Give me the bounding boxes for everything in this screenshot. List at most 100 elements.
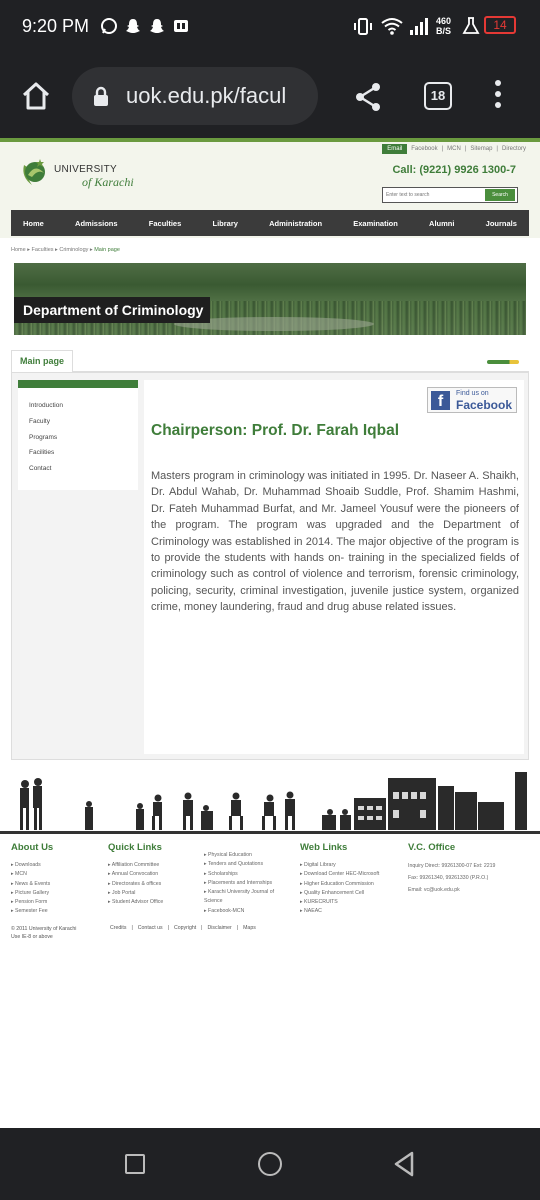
footer-link[interactable]: ▸ Higher Education Commission xyxy=(300,880,379,889)
menu-dot-icon xyxy=(495,91,501,97)
footer-link[interactable]: ▸ Picture Gallery xyxy=(11,889,50,898)
share-button[interactable] xyxy=(354,82,382,117)
footer-link[interactable]: ▸ News & Events xyxy=(11,880,50,889)
breadcrumb-faculties[interactable]: Faculties xyxy=(32,247,54,253)
logo-text-university: UNIVERSITY xyxy=(54,164,118,175)
facebook-icon: f xyxy=(431,391,450,410)
url-text: uok.edu.pk/facul xyxy=(126,83,287,108)
footer-link[interactable]: ▸ Affiliation Committee xyxy=(108,861,163,870)
footer-link[interactable]: ▸ Placements and Internships xyxy=(204,879,292,888)
top-link-facebook[interactable]: Facebook xyxy=(411,146,437,152)
back-button[interactable] xyxy=(392,1150,416,1183)
top-link-sitemap[interactable]: Sitemap xyxy=(470,146,492,152)
footer-link-maps[interactable]: Maps xyxy=(243,925,256,931)
address-bar[interactable]: uok.edu.pk/facul xyxy=(72,67,318,125)
system-navigation-bar xyxy=(0,1128,540,1200)
recent-apps-button[interactable] xyxy=(125,1154,145,1174)
footer-link[interactable]: ▸ Karachi University Journal of Science xyxy=(204,888,292,907)
footer-link-copyright[interactable]: Copyright xyxy=(174,925,196,931)
facebook-button[interactable]: f Find us on Facebook xyxy=(427,387,517,413)
snapchat-icon-2 xyxy=(148,16,166,36)
footer-link[interactable]: ▸ Annual Convocation xyxy=(108,870,163,879)
home-button[interactable] xyxy=(18,78,54,114)
battery-indicator: 14 xyxy=(484,16,516,34)
share-icon xyxy=(356,83,380,111)
footer-link[interactable]: ▸ Digital Library xyxy=(300,861,379,870)
footer-link[interactable]: ▸ Directorates & offices xyxy=(108,880,163,889)
department-title: Department of Criminology xyxy=(14,297,210,323)
nav-item-faculties[interactable]: Faculties xyxy=(149,219,182,228)
tab-main-page[interactable]: Main page xyxy=(11,350,73,372)
breadcrumb: Home ▸ Faculties ▸ Criminology ▸ Main pa… xyxy=(11,247,120,253)
content-box: Introduction Faculty Programs Facilities… xyxy=(11,372,529,760)
notification-icons xyxy=(100,16,190,36)
net-speed-value: 460 xyxy=(436,16,452,26)
footer-link[interactable]: ▸ Semester Fee xyxy=(11,907,50,916)
vc-email[interactable]: Email: vc@uok.edu.pk xyxy=(408,884,495,896)
network-speed: 460 B/S xyxy=(436,16,451,36)
search-input[interactable] xyxy=(386,190,486,200)
footer-link[interactable]: ▸ Quality Enhancement Cell xyxy=(300,889,379,898)
footer-quick-heading: Quick Links xyxy=(108,842,162,853)
home-icon xyxy=(22,82,50,110)
nav-item-alumni[interactable]: Alumni xyxy=(429,219,454,228)
top-link-directory[interactable]: Directory xyxy=(502,146,526,152)
lab-icon xyxy=(462,16,480,41)
copyright: © 2011 University of Karachi Use IE-8 or… xyxy=(11,925,76,941)
facebook-small-text: Find us on xyxy=(456,390,489,397)
footer-link[interactable]: ▸ Student Advisor Office xyxy=(108,898,163,907)
footer-link[interactable]: ▸ NAEAC xyxy=(300,907,379,916)
department-banner: Department of Criminology xyxy=(14,263,526,335)
sidebar-item-facilities[interactable]: Facilities xyxy=(29,449,54,456)
search-button[interactable]: Search xyxy=(485,189,515,201)
footer-web-links: ▸ Digital Library ▸ Download Center HEC-… xyxy=(300,861,379,917)
footer-link[interactable]: ▸ Downloads xyxy=(11,861,50,870)
nav-item-administration[interactable]: Administration xyxy=(269,219,322,228)
footer-vc-heading: V.C. Office xyxy=(408,842,456,853)
footer-link-disclaimer[interactable]: Disclaimer xyxy=(208,925,232,931)
overflow-menu-button[interactable] xyxy=(490,80,506,114)
nav-item-library[interactable]: Library xyxy=(212,219,237,228)
top-link-mcn[interactable]: MCN xyxy=(447,146,461,152)
status-time: 9:20 PM xyxy=(22,16,90,36)
footer-about-links: ▸ Downloads ▸ MCN ▸ News & Events ▸ Pict… xyxy=(11,861,50,917)
breadcrumb-home[interactable]: Home xyxy=(11,247,26,253)
signal-icon xyxy=(408,16,430,41)
nav-item-admissions[interactable]: Admissions xyxy=(75,219,118,228)
status-bar: 9:20 PM 460 B/S 14 xyxy=(0,0,540,56)
facebook-big-text: Facebook xyxy=(456,398,513,412)
footer-vc-info: Inquiry Direct: 99261300-07 Ext: 2219 Fa… xyxy=(408,860,495,896)
nav-item-home[interactable]: Home xyxy=(23,219,44,228)
footer-link-credits[interactable]: Credits xyxy=(110,925,126,931)
university-logo[interactable] xyxy=(18,155,52,194)
top-links: Email Facebook | MCN | Sitemap | Directory xyxy=(382,144,526,154)
footer-link[interactable]: ▸ Download Center HEC-Microsoft xyxy=(300,870,379,879)
logo-text-karachi: of Karachi xyxy=(82,175,134,189)
footer-link[interactable]: ▸ Facebook-MCN xyxy=(204,907,292,916)
footer-link[interactable]: ▸ KURECRUITS xyxy=(300,898,379,907)
nav-item-journals[interactable]: Journals xyxy=(486,219,517,228)
footer-link[interactable]: ▸ Scholarships xyxy=(204,870,292,879)
tab-switcher-button[interactable]: 18 xyxy=(424,82,452,110)
content-tabs: Main page xyxy=(11,350,529,372)
sidebar-item-programs[interactable]: Programs xyxy=(29,434,57,441)
system-home-button[interactable] xyxy=(258,1152,282,1176)
footer-web-heading: Web Links xyxy=(300,842,348,853)
footer-link[interactable]: ▸ Pension Form xyxy=(11,898,50,907)
nav-item-examination[interactable]: Examination xyxy=(353,219,398,228)
footer-link[interactable]: ▸ Job Portal xyxy=(108,889,163,898)
footer-link[interactable]: ▸ Tenders and Quotations xyxy=(204,860,292,869)
footer-link[interactable]: ▸ MCN xyxy=(11,870,50,879)
footer-link[interactable]: ▸ Physical Education xyxy=(204,851,292,860)
sidebar-item-introduction[interactable]: Introduction xyxy=(29,402,63,409)
breadcrumb-criminology[interactable]: Criminology xyxy=(59,247,88,253)
footer-link-contact[interactable]: Contact us xyxy=(138,925,163,931)
sidebar-item-contact[interactable]: Contact xyxy=(29,465,51,472)
vc-inquiry: Inquiry Direct: 99261300-07 Ext: 2219 xyxy=(408,863,496,869)
vc-fax: Fax: 99261340, 99261330 (P.R.O.) xyxy=(408,875,489,881)
top-link-email[interactable]: Email xyxy=(382,144,408,154)
sidebar-item-faculty[interactable]: Faculty xyxy=(29,418,50,425)
main-navigation: Home Admissions Faculties Library Admini… xyxy=(11,210,529,236)
browser-toolbar: uok.edu.pk/facul 18 xyxy=(0,56,540,138)
footer-quick-links-2: ▸ Physical Education ▸ Tenders and Quota… xyxy=(204,851,292,916)
